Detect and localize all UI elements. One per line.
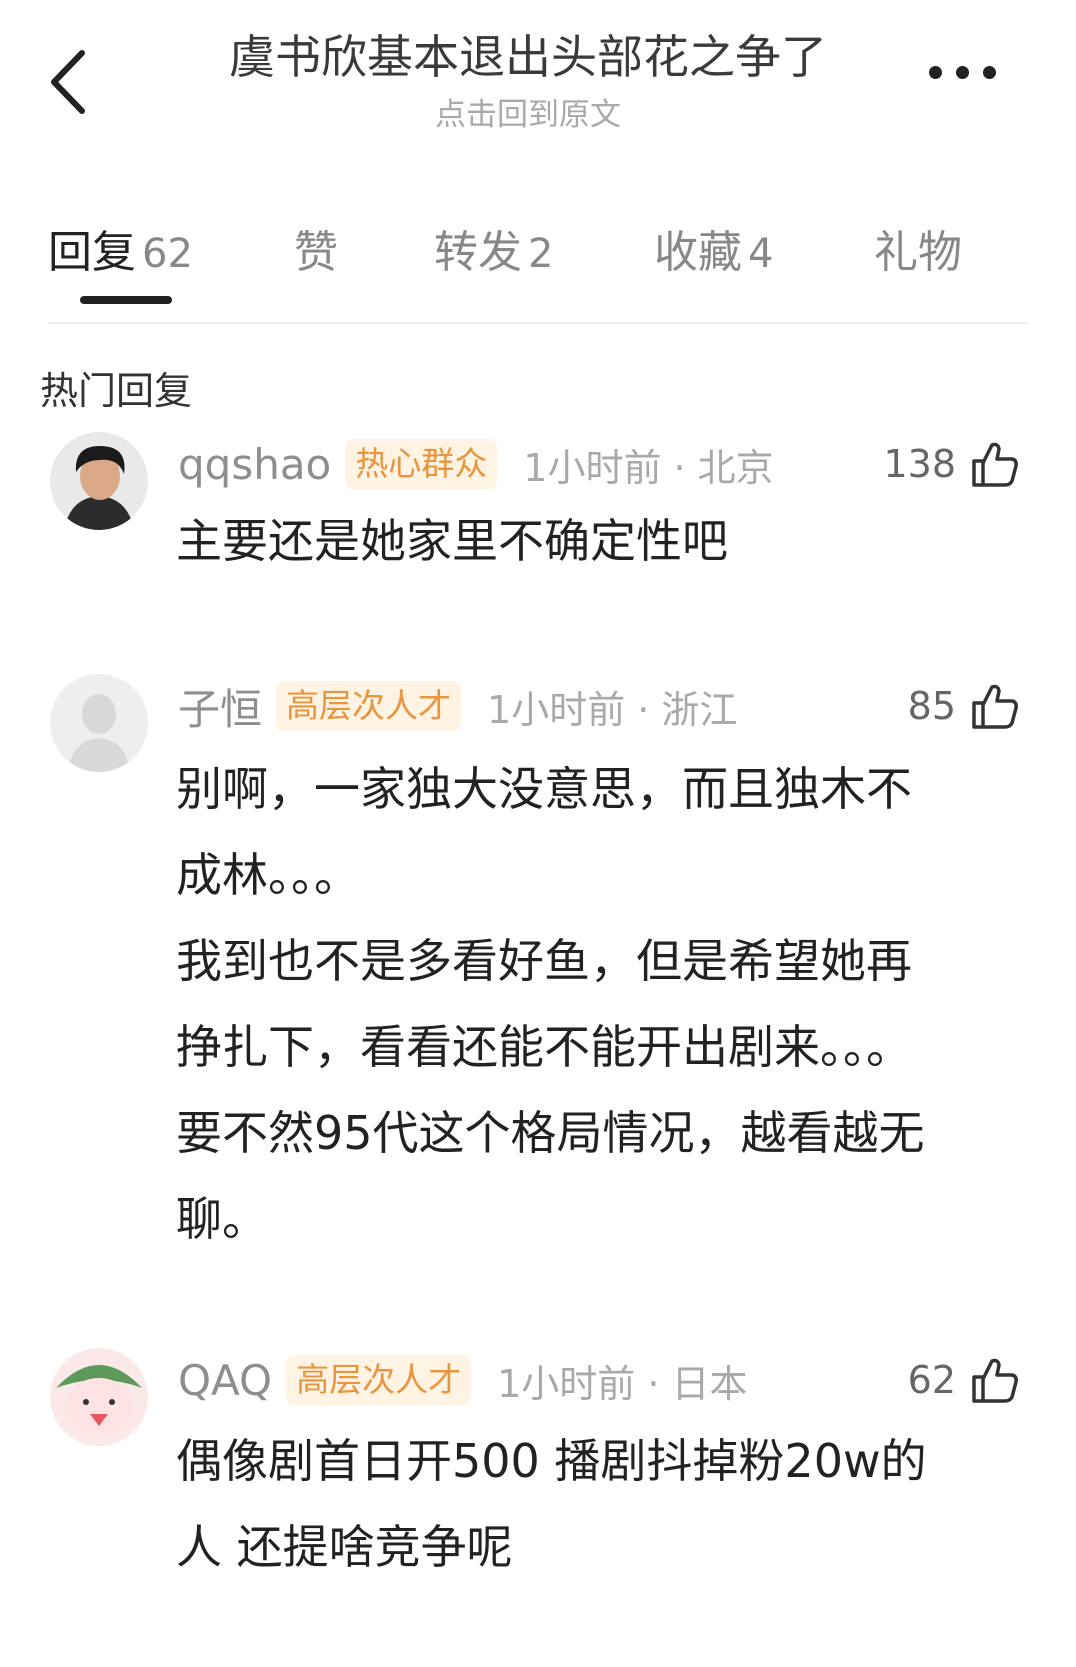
tab-label: 收藏: [654, 227, 742, 278]
tab-likes[interactable]: 赞: [294, 226, 338, 280]
like-count: 85: [907, 684, 956, 728]
comment-line: 成林。。。: [176, 848, 360, 902]
username[interactable]: 子恒: [178, 676, 262, 737]
active-tab-indicator: [80, 296, 172, 304]
comment-text: 主要还是她家里不确定性吧: [176, 498, 1036, 584]
like-button[interactable]: 85: [908, 674, 1020, 738]
default-avatar-icon: [50, 674, 148, 772]
comment-line: 主要还是她家里不确定性吧: [176, 514, 728, 568]
comment-line: 别啊，一家独大没意思，而且独木不: [176, 762, 912, 816]
avatar[interactable]: [50, 674, 148, 772]
tab-bar: 回复 62 赞 转发 2 收藏 4 礼物: [48, 200, 1028, 320]
comment-meta: QAQ 高层次人才 1小时前 · 日本: [178, 1348, 748, 1412]
user-badge: 高层次人才: [276, 681, 462, 731]
tab-count: 4: [748, 231, 774, 277]
back-button[interactable]: [40, 42, 96, 122]
tab-label: 赞: [294, 227, 338, 278]
thumbs-up-icon: [972, 684, 1018, 729]
tab-label: 转发: [434, 227, 522, 278]
like-button[interactable]: 62: [908, 1348, 1020, 1412]
tab-label: 礼物: [874, 227, 962, 278]
tabs-divider: [48, 322, 1028, 324]
tab-count: 2: [528, 231, 554, 277]
tab-reposts[interactable]: 转发 2: [434, 226, 553, 281]
comment-line: 偶像剧首日开500 播剧抖掉粉20w的: [176, 1434, 927, 1488]
comment-meta: 子恒 高层次人才 1小时前 · 浙江: [178, 674, 737, 738]
comment-line: 人 还提啥竞争呢: [176, 1520, 513, 1574]
comment-line: 我到也不是多看好鱼，但是希望她再: [176, 934, 912, 988]
tab-replies[interactable]: 回复 62: [48, 226, 193, 281]
avatar[interactable]: [50, 1348, 148, 1446]
username[interactable]: QAQ: [178, 1356, 272, 1405]
tab-count: 62: [142, 231, 193, 277]
comment-line: 要不然95代这个格局情况，越看越无: [176, 1106, 925, 1160]
user-badge: 热心群众: [345, 439, 498, 489]
like-button[interactable]: 138: [883, 432, 1020, 496]
comment-line: 聊。: [176, 1192, 268, 1246]
chevron-left-icon: [51, 50, 85, 114]
time-location: 1小时前 · 北京: [523, 445, 774, 490]
title-area[interactable]: 虞书欣基本退出头部花之争了 点击回到原文: [150, 26, 906, 138]
tab-gifts[interactable]: 礼物: [874, 226, 962, 280]
more-dots-icon[interactable]: [929, 66, 996, 79]
like-count: 62: [907, 1358, 956, 1402]
comment-line: 挣扎下，看看还能不能开出剧来。。。: [176, 1020, 912, 1074]
avatar[interactable]: [50, 432, 148, 530]
time-location: 1小时前 · 日本: [497, 1361, 748, 1406]
comment-meta: qqshao 热心群众 1小时前 · 北京: [178, 432, 774, 496]
top-bar: 虞书欣基本退出头部花之争了 点击回到原文: [0, 0, 1076, 160]
cartoon-avatar-icon: [50, 1348, 148, 1446]
tab-favorites[interactable]: 收藏 4: [654, 226, 773, 281]
time-location: 1小时前 · 浙江: [487, 687, 738, 732]
user-avatar-icon: [50, 432, 148, 530]
tab-label: 回复: [48, 227, 136, 278]
username[interactable]: qqshao: [178, 440, 331, 489]
thumbs-up-icon: [972, 1358, 1018, 1403]
thumbs-up-icon: [972, 442, 1018, 487]
section-title: 热门回复: [40, 369, 193, 413]
user-badge: 高层次人才: [286, 1355, 472, 1405]
page-title: 虞书欣基本退出头部花之争了: [229, 30, 827, 84]
back-to-original-link[interactable]: 点击回到原文: [150, 92, 906, 138]
comment-text: 偶像剧首日开500 播剧抖掉粉20w的 人 还提啥竞争呢: [176, 1418, 1036, 1590]
like-count: 138: [883, 442, 956, 486]
comment-text: 别啊，一家独大没意思，而且独木不 成林。。。 我到也不是多看好鱼，但是希望她再 …: [176, 746, 1036, 1262]
